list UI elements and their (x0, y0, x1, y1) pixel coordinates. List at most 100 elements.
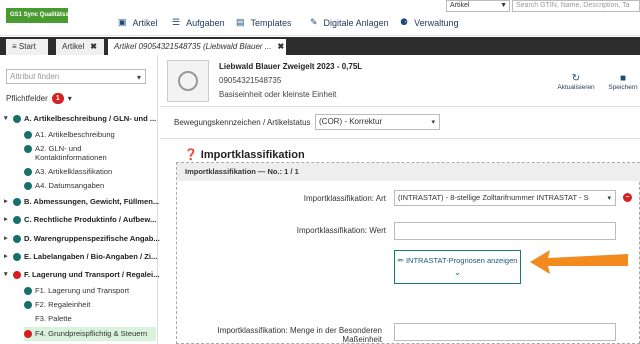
menge-label: Importklassifikation: Menge in der Beson… (217, 326, 382, 344)
product-unit: Basiseinheit oder kleinste Einheit (219, 90, 337, 99)
nav-label: Verwaltung (414, 17, 459, 28)
tree-item-f3[interactable]: F3. Palette (35, 314, 192, 323)
error-icon: − (623, 193, 632, 202)
tab-start[interactable]: ≡ Start (6, 39, 48, 55)
check-icon (13, 235, 21, 243)
tree-label: B. Abmessungen, Gewicht, Füllmen... (24, 197, 160, 206)
tab-label: Artikel (62, 42, 85, 51)
nav-artikel[interactable]: ▣ Artikel (118, 17, 158, 28)
section-title: ❓ Importklassifikation (184, 148, 305, 161)
search-scope-value: Artikel (450, 2, 470, 9)
nav-aufgaben[interactable]: ☰ Aufgaben (172, 17, 225, 28)
no-image-icon (178, 71, 198, 91)
tree-label: A1. Artikelbeschreibung (35, 130, 115, 139)
search-scope-select[interactable]: Artikel ▼ (446, 0, 510, 12)
status-select[interactable]: (COR) - Korrektur ▾ (315, 114, 440, 130)
tree-label: F1. Lagerung und Transport (35, 286, 130, 295)
tree-group-a[interactable]: ▾ A. Artikelbeschreibung / GLN- und ... (4, 114, 161, 123)
tree-label: A3. Artikelklassifikation (35, 167, 113, 176)
intrastat-predictions-button[interactable]: ✏ INTRASTAT-Prognosen anzeigen ⌄ (394, 250, 521, 284)
wert-input[interactable] (394, 222, 616, 240)
refresh-label: Aktualisieren (557, 84, 595, 91)
caret-down-icon: ▾ (67, 94, 72, 103)
tree-item-a2[interactable]: A2. GLN- und Kontaktinformationen (24, 144, 144, 162)
gs1-logo[interactable]: GS1 Sync Qualitätssystem (6, 8, 86, 23)
save-label: Speichern (608, 84, 638, 91)
chevron-right-icon: ▸ (4, 216, 8, 223)
search-input[interactable]: Search GTIN, Name, Description, Ta (512, 0, 640, 12)
tree-group-c[interactable]: ▸ C. Rechtliche Produktinfo / Aufbew... (4, 215, 161, 224)
product-title: Liebwald Blauer Zweigelt 2023 - 0,75L (219, 62, 363, 71)
cube-icon: ▣ (118, 17, 127, 27)
check-icon (13, 198, 21, 206)
required-fields-filter[interactable]: Pflichtfelder 1 ▾ (6, 93, 72, 104)
tree-item-a3[interactable]: A3. Artikelklassifikation (24, 167, 181, 176)
check-icon (24, 145, 32, 153)
chevron-down-icon: ▼ (500, 2, 507, 9)
close-icon[interactable]: ✖ (277, 42, 284, 51)
tree-group-e[interactable]: ▸ E. Labelangaben / Bio-Angaben / Zi... (4, 252, 161, 261)
tree-item-f2[interactable]: F2. Regaleinheit (24, 300, 181, 309)
tree-group-b[interactable]: ▸ B. Abmessungen, Gewicht, Füllmen... (4, 197, 161, 206)
predictions-label: INTRASTAT-Prognosen anzeigen (405, 256, 518, 265)
wert-label: Importklassifikation: Wert (296, 226, 386, 235)
menge-input[interactable] (394, 323, 616, 341)
help-icon[interactable]: ❓ (184, 149, 198, 161)
tree-group-f[interactable]: ▾ F. Lagerung und Transport / Regalei... (4, 270, 161, 279)
nav-label: Aufgaben (186, 17, 225, 28)
file-icon: ▤ (236, 17, 245, 27)
nav-digitale-anlagen[interactable]: ✎ Digitale Anlagen (310, 17, 389, 28)
art-value: (INTRASTAT) - 8-stellige Zolltarifnummer… (398, 193, 589, 202)
divider (160, 138, 640, 139)
product-image-placeholder (167, 60, 209, 102)
tree-item-a4[interactable]: A4. Datumsangaben (24, 181, 181, 190)
tree-label: F4. Grundpreispflichtig & Steuern (35, 329, 148, 338)
chevron-down-icon: ▾ (605, 192, 611, 205)
tab-label: Artikel 09054321548735 (Liebwald Blauer … (114, 42, 272, 51)
menu-icon: ≡ (12, 42, 17, 51)
orange-arrow-icon (530, 250, 628, 274)
paperclip-icon: ✎ (310, 17, 318, 27)
pencil-icon: ✏ (397, 256, 404, 265)
tab-artikel[interactable]: Artikel ✖ (56, 39, 104, 55)
refresh-button[interactable]: ↻ Aktualisieren (556, 73, 596, 91)
art-label: Importklassifikation: Art (303, 194, 386, 203)
refresh-icon: ↻ (571, 73, 581, 84)
chevron-down-icon: ▾ (136, 73, 141, 82)
tree-item-f4[interactable]: F4. Grundpreispflichtig & Steuern (24, 327, 156, 341)
check-icon (24, 287, 32, 295)
tab-label: Start (18, 42, 36, 51)
section-title-text: Importklassifikation (200, 149, 305, 161)
attribute-search-input[interactable]: Attribut finden ▾ (6, 69, 146, 84)
status-label: Bewegungskennzeichen / Artikelstatus (174, 118, 311, 127)
nav-label: Artikel (132, 17, 158, 28)
error-icon (13, 271, 21, 279)
required-fields-label: Pflichtfelder (6, 94, 48, 103)
nav-verwaltung[interactable]: ⚈ Verwaltung (400, 17, 459, 28)
tree-group-d[interactable]: ▸ D. Warengruppenspezifische Angab... (4, 234, 161, 243)
tree-item-a1[interactable]: A1. Artikelbeschreibung (24, 130, 181, 139)
art-select[interactable]: (INTRASTAT) - 8-stellige Zolltarifnummer… (394, 190, 616, 206)
check-icon (24, 131, 32, 139)
save-button[interactable]: ■ Speichern (606, 73, 640, 91)
chevron-right-icon: ▸ (4, 235, 8, 242)
status-value: (COR) - Korrektur (319, 117, 383, 126)
section-bar: Importklassifikation — No.: 1 / 1 (177, 163, 640, 181)
required-count-badge: 1 (51, 93, 64, 104)
tree-label: A. Artikelbeschreibung / GLN- und ... (24, 114, 157, 123)
check-icon (13, 253, 21, 261)
tree-label: D. Warengruppenspezifische Angab... (24, 234, 160, 243)
nav-templates[interactable]: ▤ Templates (236, 17, 292, 28)
chevron-down-icon: ▾ (4, 271, 8, 278)
tree-item-f1[interactable]: F1. Lagerung und Transport (24, 286, 181, 295)
chevron-down-icon: ▾ (431, 119, 435, 126)
nav-label: Templates (250, 17, 292, 28)
chevron-right-icon: ▸ (4, 198, 8, 205)
tree-label: F2. Regaleinheit (35, 300, 91, 309)
tree-label: A2. GLN- und Kontaktinformationen (35, 144, 107, 162)
tab-artikel-detail[interactable]: Artikel 09054321548735 (Liebwald Blauer … (108, 39, 286, 55)
close-icon[interactable]: ✖ (90, 42, 97, 51)
check-icon (24, 301, 32, 309)
chevron-down-icon: ⌄ (453, 267, 462, 277)
check-icon (13, 216, 21, 224)
